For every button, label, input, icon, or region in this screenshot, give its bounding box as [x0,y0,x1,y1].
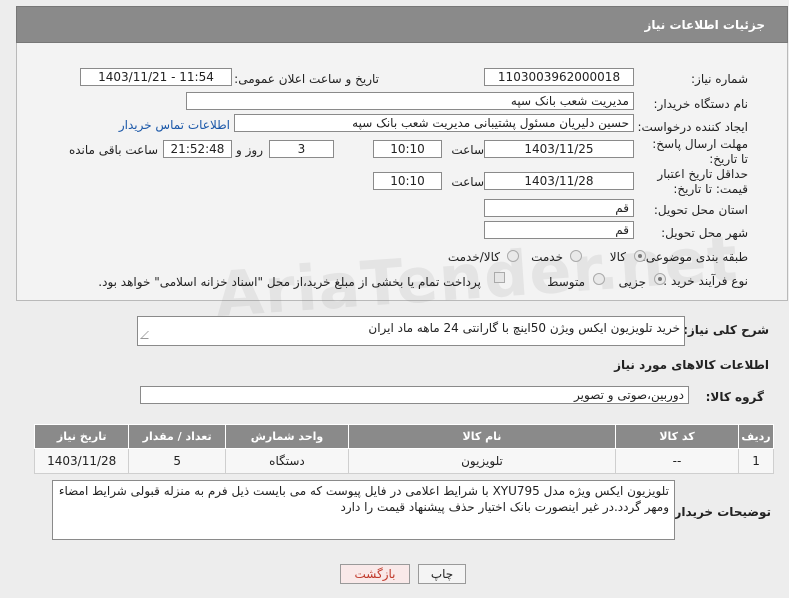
remaining-time-field: 21:52:48 [163,140,232,158]
city-field: قم [484,221,634,239]
deadline-label: مهلت ارسال پاسخ: تا تاریخ: [652,137,748,166]
cell-row-number: 1 [738,448,774,474]
process-option-medium: متوسط [547,275,585,289]
category-radio-goods[interactable] [634,250,646,262]
process-option-minor: جزیی [618,275,646,289]
summary-text: خرید تلویزیون ایکس ویژن 50اینچ با گارانت… [368,321,680,335]
process-radio-medium[interactable] [593,273,605,285]
treasury-payment-note: پرداخت تمام یا بخشی از مبلغ خرید،از محل … [98,275,481,289]
validity-time-label: ساعت [451,175,484,189]
goods-group-label: گروه کالا: [705,390,764,404]
summary-label: شرح کلی نیاز: [683,323,769,337]
days-remaining-field: 3 [269,140,334,158]
category-option-service: خدمت [531,250,563,264]
buyer-notes-label: توضیحات خریدار: [669,505,771,519]
cell-quantity: 5 [128,448,226,474]
buyer-notes-field[interactable]: تلویزیون ایکس ویژه مدل XYU795 با شرایط ا… [52,480,675,540]
deadline-time-field: 10:10 [373,140,442,158]
city-label: شهر محل تحویل: [661,226,748,240]
cell-unit: دستگاه [224,448,350,474]
validity-date-field: 1403/11/28 [484,172,634,190]
goods-table: تاریخ نیاز تعداد / مقدار واحد شمارش نام … [33,424,774,474]
col-unit: واحد شمارش [224,424,350,449]
goods-group-field: دوربین،صوتی و تصویر [140,386,689,404]
category-label: طبقه بندی موضوعی: [641,250,748,264]
back-button[interactable]: بازگشت [340,564,410,584]
col-quantity: تعداد / مقدار [128,424,226,449]
col-item-name: نام کالا [348,424,616,449]
province-field: قم [484,199,634,217]
cell-need-date: 1403/11/28 [33,448,130,474]
category-option-goods-service: کالا/خدمت [447,250,500,264]
province-label: استان محل تحویل: [653,203,748,217]
cell-item-name: تلویزیون [348,448,616,474]
announce-label: تاریخ و ساعت اعلان عمومی: [234,72,379,86]
category-radio-goods-service[interactable] [507,250,519,262]
announce-field: 1403/11/21 - 11:54 [80,68,232,86]
creator-label: ایجاد کننده درخواست: [637,120,748,134]
print-button[interactable]: چاپ [418,564,466,584]
validity-label: حداقل تاریخ اعتبار قیمت: تا تاریخ: [657,167,748,196]
cell-item-code: -- [614,448,740,474]
creator-field: حسین دلیریان مسئول پشتیبانی مدیریت شعب ب… [234,114,634,132]
col-item-code: کد کالا [614,424,740,449]
buyer-contact-link[interactable]: اطلاعات تماس خریدار [119,118,230,132]
goods-section-title: اطلاعات کالاهای مورد نیاز [614,358,769,372]
need-number-field: 1103003962000018 [484,68,634,86]
deadline-time-label: ساعت [451,143,484,157]
category-option-goods: کالا [609,250,626,264]
treasury-payment-checkbox[interactable] [494,272,505,283]
days-label: روز و [236,143,263,157]
remaining-label: ساعت باقی مانده [68,143,158,157]
buyer-org-label: نام دستگاه خریدار: [653,97,749,111]
buyer-org-field: مدیریت شعب بانک سپه [186,92,634,110]
table-row[interactable]: 1403/11/28 5 دستگاه تلویزیون -- 1 [33,448,774,474]
need-number-label: شماره نیاز: [691,72,748,86]
category-radio-service[interactable] [570,250,582,262]
resize-handle-icon[interactable] [140,331,156,339]
goods-table-header: تاریخ نیاز تعداد / مقدار واحد شمارش نام … [33,424,774,449]
col-row: ردیف [738,424,774,449]
process-radio-minor[interactable] [654,273,666,285]
panel-title: جزئیات اطلاعات نیاز [644,18,765,32]
deadline-date-field: 1403/11/25 [484,140,634,158]
summary-field[interactable]: خرید تلویزیون ایکس ویژن 50اینچ با گارانت… [137,316,685,346]
process-label: نوع فرآیند خرید : [663,274,748,288]
panel-header: جزئیات اطلاعات نیاز [16,6,788,43]
validity-time-field: 10:10 [373,172,442,190]
col-need-date: تاریخ نیاز [33,424,130,449]
